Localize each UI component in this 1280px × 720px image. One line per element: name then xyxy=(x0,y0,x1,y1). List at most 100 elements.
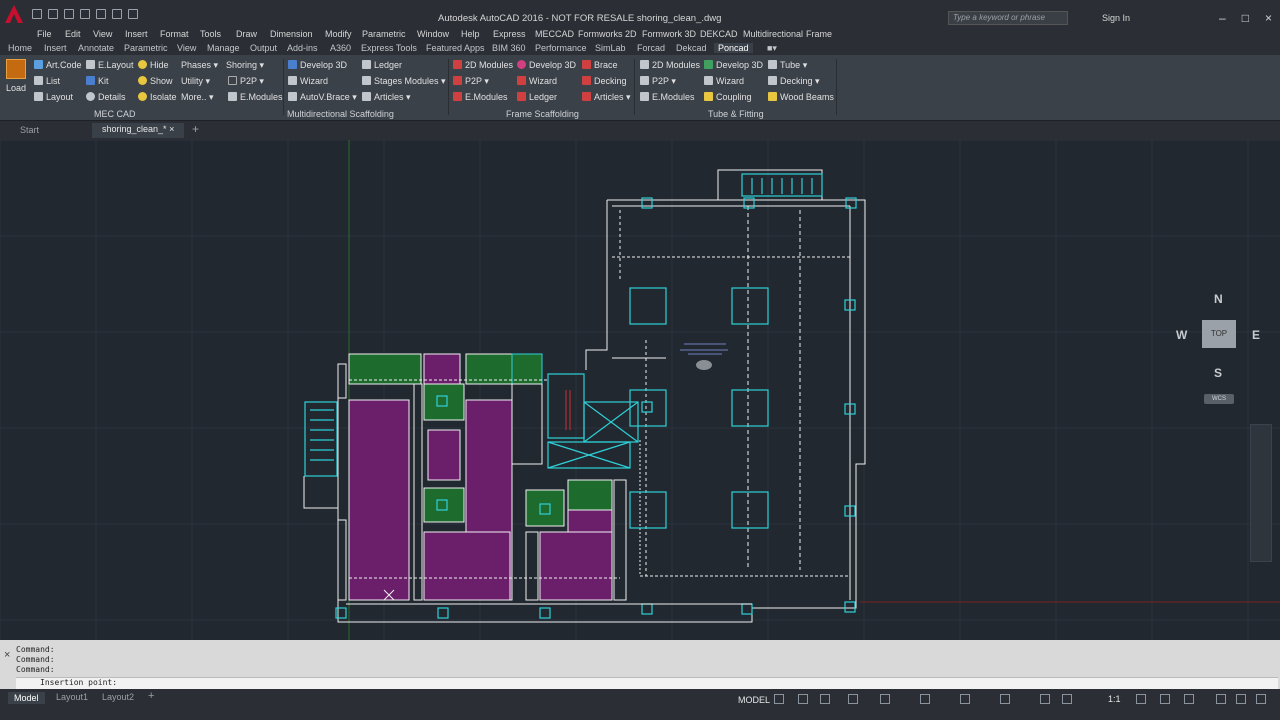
add-layout-icon[interactable]: + xyxy=(148,690,154,702)
e-layout-button[interactable]: E.Layout xyxy=(86,60,134,70)
menu-multidirectional[interactable]: Multidirectional xyxy=(743,29,803,39)
isolate-objects-icon[interactable] xyxy=(1184,694,1194,704)
phases-dropdown[interactable]: Phases ▾ xyxy=(181,60,218,71)
tab-forcad[interactable]: Forcad xyxy=(637,43,665,53)
ortho-icon[interactable] xyxy=(820,694,830,704)
details-button[interactable]: Details xyxy=(86,92,126,102)
grid-icon[interactable] xyxy=(774,694,784,704)
menu-dekcad[interactable]: DEKCAD xyxy=(700,29,738,39)
wizard-button-frame[interactable]: Wizard xyxy=(517,76,557,86)
minimize-icon[interactable]: – xyxy=(1219,11,1226,25)
menu-dimension[interactable]: Dimension xyxy=(270,29,313,39)
selection-cycling-icon[interactable] xyxy=(1000,694,1010,704)
menu-express[interactable]: Express xyxy=(493,29,526,39)
menu-parametric[interactable]: Parametric xyxy=(362,29,406,39)
maximize-icon[interactable]: □ xyxy=(1242,11,1249,25)
tab-poncad[interactable]: Poncad xyxy=(714,43,753,53)
workspace-gear-icon[interactable] xyxy=(1136,694,1146,704)
clean-screen-icon[interactable] xyxy=(1236,694,1246,704)
model-space-toggle[interactable]: MODEL xyxy=(738,695,770,705)
tab-home[interactable]: Home xyxy=(8,43,32,53)
layout-tab-layout1[interactable]: Layout1 xyxy=(56,692,88,702)
compass-west-label[interactable]: W xyxy=(1176,328,1187,342)
navigation-bar[interactable] xyxy=(1250,424,1272,562)
new-icon[interactable] xyxy=(32,9,42,19)
tab-a360[interactable]: A360 xyxy=(330,43,351,53)
undo-icon[interactable] xyxy=(112,9,122,19)
ledger-button-multi[interactable]: Ledger xyxy=(362,60,402,70)
close-tab-icon[interactable]: × xyxy=(169,124,174,134)
print-icon[interactable] xyxy=(96,9,106,19)
p2p-dropdown-mec[interactable]: P2P ▾ xyxy=(228,76,264,87)
art-code-button[interactable]: Art.Code xyxy=(34,60,82,70)
ribbon-options-icon[interactable]: ■▾ xyxy=(767,43,777,54)
p2p-dropdown-tube[interactable]: P2P ▾ xyxy=(640,76,676,87)
tab-performance[interactable]: Performance xyxy=(535,43,587,53)
decking-dropdown-tube[interactable]: Decking ▾ xyxy=(768,76,820,87)
e-modules-button-mec[interactable]: E.Modules xyxy=(228,92,283,102)
sign-in-button[interactable]: Sign In xyxy=(1102,13,1130,23)
lineweight-icon[interactable] xyxy=(920,694,930,704)
wood-beams-button[interactable]: Wood Beams xyxy=(768,92,834,102)
tab-add-ins[interactable]: Add-ins xyxy=(287,43,318,53)
polar-icon[interactable] xyxy=(848,694,858,704)
develop-3d-button-multi[interactable]: Develop 3D xyxy=(288,60,347,70)
redo-icon[interactable] xyxy=(128,9,138,19)
stages-modules-dropdown[interactable]: Stages Modules ▾ xyxy=(362,76,446,87)
shoring-dropdown[interactable]: Shoring ▾ xyxy=(226,60,264,71)
annotation-scale[interactable]: 1:1 xyxy=(1108,694,1121,704)
e-modules-button-frame[interactable]: E.Modules xyxy=(453,92,508,102)
annotation-monitor-icon[interactable] xyxy=(1160,694,1170,704)
viewcube-top-face[interactable]: TOP xyxy=(1202,320,1236,348)
tab-drawing[interactable]: shoring_clean_* × xyxy=(92,123,185,138)
osnap-icon[interactable] xyxy=(880,694,890,704)
menu-insert[interactable]: Insert xyxy=(125,29,148,39)
layout-button[interactable]: Layout xyxy=(34,92,73,102)
utility-dropdown[interactable]: Utility ▾ xyxy=(181,76,210,87)
menu-window[interactable]: Window xyxy=(417,29,449,39)
brace-button-frame[interactable]: Brace xyxy=(582,60,618,70)
menu-modify[interactable]: Modify xyxy=(325,29,352,39)
coupling-button[interactable]: Coupling xyxy=(704,92,752,102)
close-icon[interactable]: × xyxy=(1265,11,1272,25)
menu-tools[interactable]: Tools xyxy=(200,29,221,39)
save-icon[interactable] xyxy=(64,9,74,19)
compass-south-label[interactable]: S xyxy=(1214,366,1222,380)
wizard-button-multi[interactable]: Wizard xyxy=(288,76,328,86)
tab-manage[interactable]: Manage xyxy=(207,43,240,53)
menu-formwork-3d[interactable]: Formwork 3D xyxy=(642,29,696,39)
menu-edit[interactable]: Edit xyxy=(65,29,81,39)
ledger-button-frame[interactable]: Ledger xyxy=(517,92,557,102)
compass-north-label[interactable]: N xyxy=(1214,292,1223,306)
snap-icon[interactable] xyxy=(798,694,808,704)
menu-view[interactable]: View xyxy=(93,29,112,39)
open-icon[interactable] xyxy=(48,9,58,19)
menu-draw[interactable]: Draw xyxy=(236,29,257,39)
2d-modules-button-tube[interactable]: 2D Modules xyxy=(640,60,700,70)
transparency-icon[interactable] xyxy=(960,694,970,704)
articles-dropdown-frame[interactable]: Articles ▾ xyxy=(582,92,631,103)
menu-meccad[interactable]: MECCAD xyxy=(535,29,574,39)
more-dropdown[interactable]: More.. ▾ xyxy=(181,92,214,103)
layout-tab-layout2[interactable]: Layout2 xyxy=(102,692,134,702)
tube-dropdown[interactable]: Tube ▾ xyxy=(768,60,807,71)
save-as-icon[interactable] xyxy=(80,9,90,19)
menu-file[interactable]: File xyxy=(37,29,52,39)
close-command-icon[interactable]: × xyxy=(4,649,10,661)
tab-dekcad[interactable]: Dekcad xyxy=(676,43,707,53)
tab-insert[interactable]: Insert xyxy=(44,43,67,53)
tab-start[interactable]: Start xyxy=(20,125,39,135)
menu-format[interactable]: Format xyxy=(160,29,189,39)
hardware-acceleration-icon[interactable] xyxy=(1216,694,1226,704)
tab-parametric[interactable]: Parametric xyxy=(124,43,168,53)
tab-annotate[interactable]: Annotate xyxy=(78,43,114,53)
list-button[interactable]: List xyxy=(34,76,60,86)
kit-button[interactable]: Kit xyxy=(86,76,109,86)
tab-view[interactable]: View xyxy=(177,43,196,53)
annotation-autoscale-icon[interactable] xyxy=(1062,694,1072,704)
hide-button[interactable]: Hide xyxy=(138,60,169,70)
autocad-logo-icon[interactable] xyxy=(4,4,24,24)
decking-button-frame[interactable]: Decking xyxy=(582,76,627,86)
compass-east-label[interactable]: E xyxy=(1252,328,1260,342)
develop-3d-button-frame[interactable]: Develop 3D xyxy=(517,60,576,70)
